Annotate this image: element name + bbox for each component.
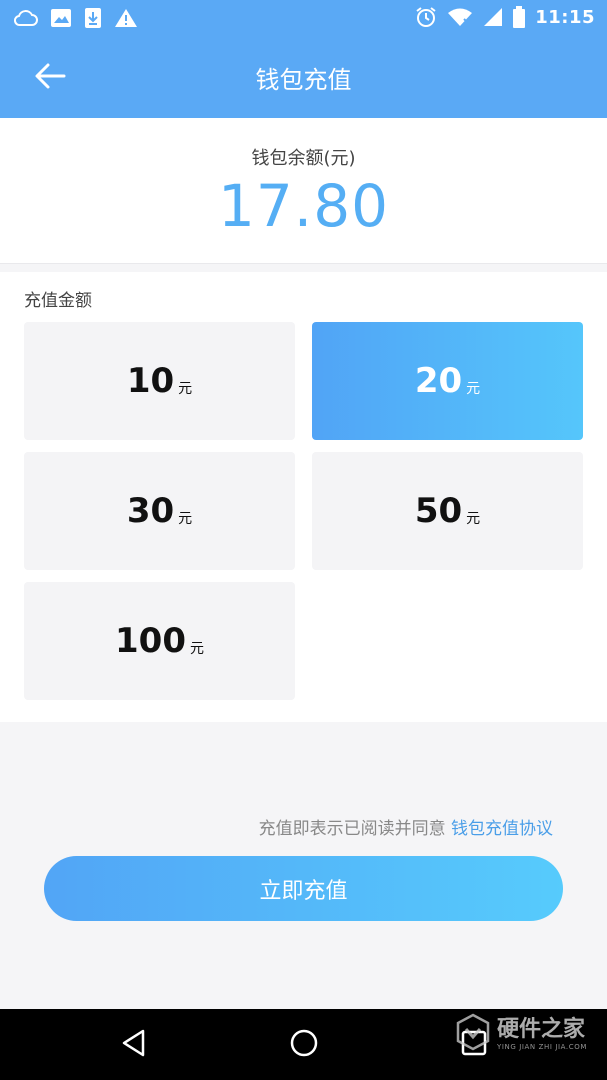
amount-option-100[interactable]: 100 元 [24, 582, 295, 700]
watermark-title: 硬件之家 [496, 1017, 585, 1042]
signal-icon [483, 7, 503, 27]
amount-value: 50 [414, 491, 463, 531]
nav-back-button[interactable] [116, 1027, 152, 1063]
amount-unit: 元 [178, 381, 193, 397]
amount-option-10[interactable]: 10 元 [24, 322, 295, 440]
page-title: 钱包充值 [255, 66, 352, 94]
amount-unit: 元 [466, 511, 481, 527]
amount-value: 10 [126, 361, 175, 401]
agreement-text: 充值即表示已阅读并同意 [258, 819, 446, 839]
cloud-icon [14, 8, 38, 28]
back-triangle-icon [119, 1028, 149, 1062]
balance-label: 钱包余额(元) [251, 148, 356, 169]
amount-value: 30 [126, 491, 175, 531]
agreement-notice: 充值即表示已阅读并同意 钱包充值协议 [259, 814, 553, 839]
watermark-subtitle: YING JIAN ZHI JIA.COM [496, 1043, 587, 1051]
watermark: 硬件之家 YING JIAN ZHI JIA.COM [455, 1013, 587, 1055]
navigation-bar: 硬件之家 YING JIAN ZHI JIA.COM [0, 1009, 607, 1080]
balance-amount: 17.80 [217, 172, 390, 240]
amount-unit: 元 [466, 381, 481, 397]
agreement-link[interactable]: 钱包充值协议 [451, 819, 553, 839]
watermark-logo-icon [455, 1013, 491, 1055]
status-time: 11:15 [535, 6, 595, 28]
amount-option-30[interactable]: 30 元 [24, 452, 295, 570]
balance-card: 钱包余额(元) 17.80 [0, 118, 607, 264]
amount-option-20[interactable]: 20 元 [312, 322, 583, 440]
amount-unit: 元 [189, 641, 204, 657]
home-circle-icon [288, 1027, 320, 1063]
image-icon [50, 8, 72, 28]
recharge-amount-section: 充值金额 10 元 20 元 30 元 50 元 100 元 [0, 272, 607, 722]
battery-icon [513, 6, 526, 28]
recharge-now-button[interactable]: 立即充值 [44, 856, 563, 921]
amount-value: 100 [115, 621, 186, 661]
amount-unit: 元 [178, 511, 193, 527]
section-label: 充值金额 [24, 291, 92, 311]
top-app-bar: 11:15 钱包充值 [0, 0, 607, 118]
download-icon [84, 7, 102, 29]
wifi-icon [447, 7, 473, 27]
status-bar: 11:15 [0, 0, 607, 36]
nav-home-button[interactable] [286, 1027, 322, 1063]
warning-icon [114, 8, 138, 28]
header: 钱包充值 [0, 36, 607, 118]
amount-value: 20 [414, 361, 463, 401]
alarm-icon [415, 6, 437, 28]
amount-option-50[interactable]: 50 元 [312, 452, 583, 570]
